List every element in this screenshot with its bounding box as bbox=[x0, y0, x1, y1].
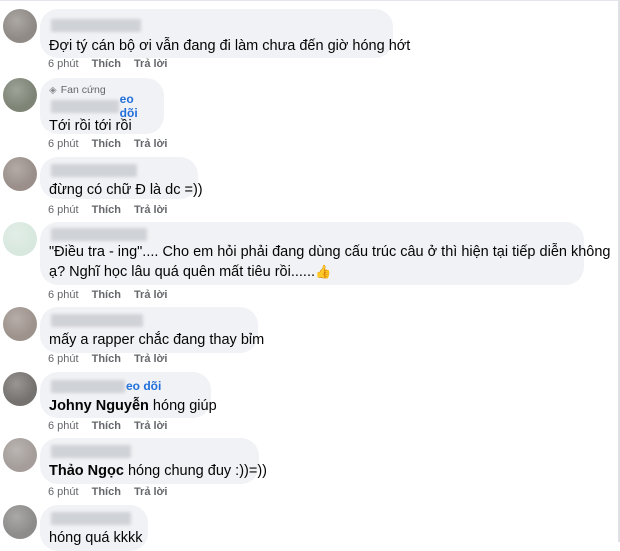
avatar[interactable] bbox=[3, 9, 37, 43]
author-name-blurred[interactable] bbox=[51, 99, 119, 113]
like-button[interactable]: Thích bbox=[92, 289, 121, 301]
fan-badge-label: Fan cứng bbox=[60, 84, 106, 96]
comment-actions: 6 phút Thích Trả lời bbox=[48, 420, 180, 432]
comment-time[interactable]: 6 phút bbox=[48, 420, 79, 432]
avatar[interactable] bbox=[3, 307, 37, 341]
like-button[interactable]: Thích bbox=[92, 420, 121, 432]
reply-button[interactable]: Trả lời bbox=[134, 353, 168, 365]
thumbs-up-icon: 👍 bbox=[315, 264, 332, 279]
avatar[interactable] bbox=[3, 505, 37, 539]
comment-time[interactable]: 6 phút bbox=[48, 486, 79, 498]
comment-bubble: Thảo Ngọc hóng chung đuy :))=)) bbox=[40, 438, 267, 484]
comment-time[interactable]: 6 phút bbox=[48, 353, 79, 365]
diamond-icon: ◈ bbox=[49, 84, 57, 96]
like-button[interactable]: Thích bbox=[92, 486, 121, 498]
author-name-blurred[interactable] bbox=[51, 314, 143, 327]
reply-button[interactable]: Trả lời bbox=[134, 420, 168, 432]
author-name-blurred[interactable] bbox=[51, 512, 131, 525]
comment-actions: 6 phút Thích Trả lời bbox=[48, 486, 180, 498]
comment-text-body: hóng giúp bbox=[148, 398, 217, 414]
follow-link[interactable]: eo dõi bbox=[126, 379, 161, 393]
like-button[interactable]: Thích bbox=[92, 138, 121, 150]
comment-bubble: ◈ Fan cứng eo dõi Tới rồi tới rồi bbox=[40, 78, 164, 134]
author-name-blurred[interactable] bbox=[51, 164, 137, 177]
top-divider bbox=[0, 0, 620, 1]
comment-bubble: eo dõi Johny Nguyễn hóng giúp bbox=[40, 372, 217, 418]
comment-text: Johny Nguyễn hóng giúp bbox=[49, 396, 217, 416]
comment-text: Đợi tý cán bộ ơi vẫn đang đi làm chưa đế… bbox=[49, 38, 411, 54]
comment-bubble: mấy a rapper chắc đang thay bỉm bbox=[40, 307, 265, 353]
comment-bubble: hóng quá kkkk bbox=[40, 505, 148, 551]
comment-text-line2: ạ? Nghĩ học lâu quá quên mất tiêu rồi...… bbox=[49, 264, 315, 280]
like-button[interactable]: Thích bbox=[92, 58, 121, 70]
comment-time[interactable]: 6 phút bbox=[48, 289, 79, 301]
author-name-blurred[interactable] bbox=[51, 228, 147, 241]
reply-button[interactable]: Trả lời bbox=[134, 289, 168, 301]
author-row: eo dõi bbox=[49, 378, 199, 394]
comment-text: mấy a rapper chắc đang thay bỉm bbox=[49, 332, 265, 348]
comment-text: đừng có chữ Đ là dc =)) bbox=[49, 182, 203, 198]
comment-text-body: hóng chung đuy :))=)) bbox=[123, 463, 267, 479]
comment-actions: 6 phút Thích Trả lời bbox=[48, 353, 180, 365]
author-name-blurred[interactable] bbox=[51, 445, 131, 458]
comment-text-line: ạ? Nghĩ học lâu quá quên mất tiêu rồi...… bbox=[49, 262, 572, 282]
mention-link[interactable]: Thảo Ngọc bbox=[49, 463, 124, 479]
comment-actions: 6 phút Thích Trả lời bbox=[48, 58, 180, 70]
reply-button[interactable]: Trả lời bbox=[134, 58, 168, 70]
comment-text-line: "Điều tra - ing".... Cho em hỏi phải đan… bbox=[49, 244, 611, 260]
reply-button[interactable]: Trả lời bbox=[134, 204, 168, 216]
author-row: eo dõi bbox=[49, 92, 152, 120]
comment-text: Thảo Ngọc hóng chung đuy :))=)) bbox=[49, 461, 267, 481]
like-button[interactable]: Thích bbox=[92, 204, 121, 216]
author-name-blurred[interactable] bbox=[51, 379, 125, 393]
comment-actions: 6 phút Thích Trả lời bbox=[48, 204, 180, 216]
reply-button[interactable]: Trả lời bbox=[134, 486, 168, 498]
comment-actions: 6 phút Thích Trả lời bbox=[48, 289, 180, 301]
reply-button[interactable]: Trả lời bbox=[134, 138, 168, 150]
comment-time[interactable]: 6 phút bbox=[48, 58, 79, 70]
comment-actions: 6 phút Thích Trả lời bbox=[48, 138, 180, 150]
comment-bubble: Đợi tý cán bộ ơi vẫn đang đi làm chưa đế… bbox=[40, 9, 411, 58]
author-name-blurred[interactable] bbox=[51, 19, 141, 32]
comment-bubble: "Điều tra - ing".... Cho em hỏi phải đan… bbox=[40, 222, 611, 285]
like-button[interactable]: Thích bbox=[92, 353, 121, 365]
avatar[interactable] bbox=[3, 372, 37, 406]
avatar[interactable] bbox=[3, 438, 37, 472]
comment-time[interactable]: 6 phút bbox=[48, 138, 79, 150]
mention-link[interactable]: Johny Nguyễn bbox=[49, 398, 149, 414]
comment-bubble: đừng có chữ Đ là dc =)) bbox=[40, 157, 203, 199]
avatar[interactable] bbox=[3, 78, 37, 112]
comment-text: hóng quá kkkk bbox=[49, 530, 143, 546]
avatar[interactable] bbox=[3, 222, 37, 256]
comment-time[interactable]: 6 phút bbox=[48, 204, 79, 216]
avatar[interactable] bbox=[3, 157, 37, 191]
